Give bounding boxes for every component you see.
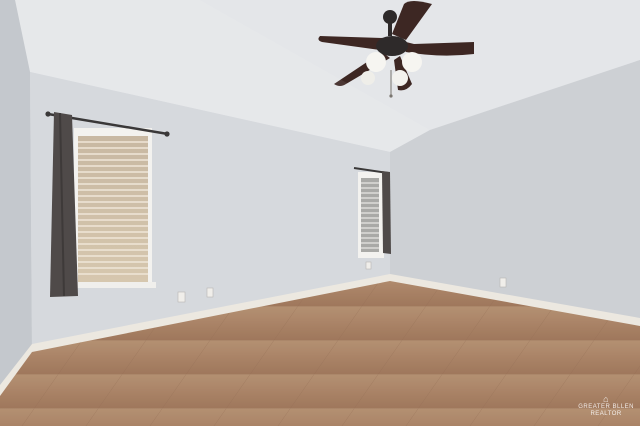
room-scene [0, 0, 640, 426]
wall-outlet [365, 261, 372, 270]
brokerage-logo-icon: ⌂ [603, 394, 610, 404]
wall-outlet [499, 277, 507, 288]
left-wall [0, 0, 32, 395]
watermark-line2: REALTOR [590, 411, 622, 417]
watermark-line1: GREATER BLLEN [578, 404, 634, 410]
left-window [70, 128, 156, 288]
wall-outlet [177, 291, 186, 303]
right-curtain [382, 171, 391, 254]
watermark: ⌂ GREATER BLLEN REALTOR [578, 395, 634, 418]
right-window [358, 172, 384, 258]
wall-outlet [206, 287, 214, 298]
